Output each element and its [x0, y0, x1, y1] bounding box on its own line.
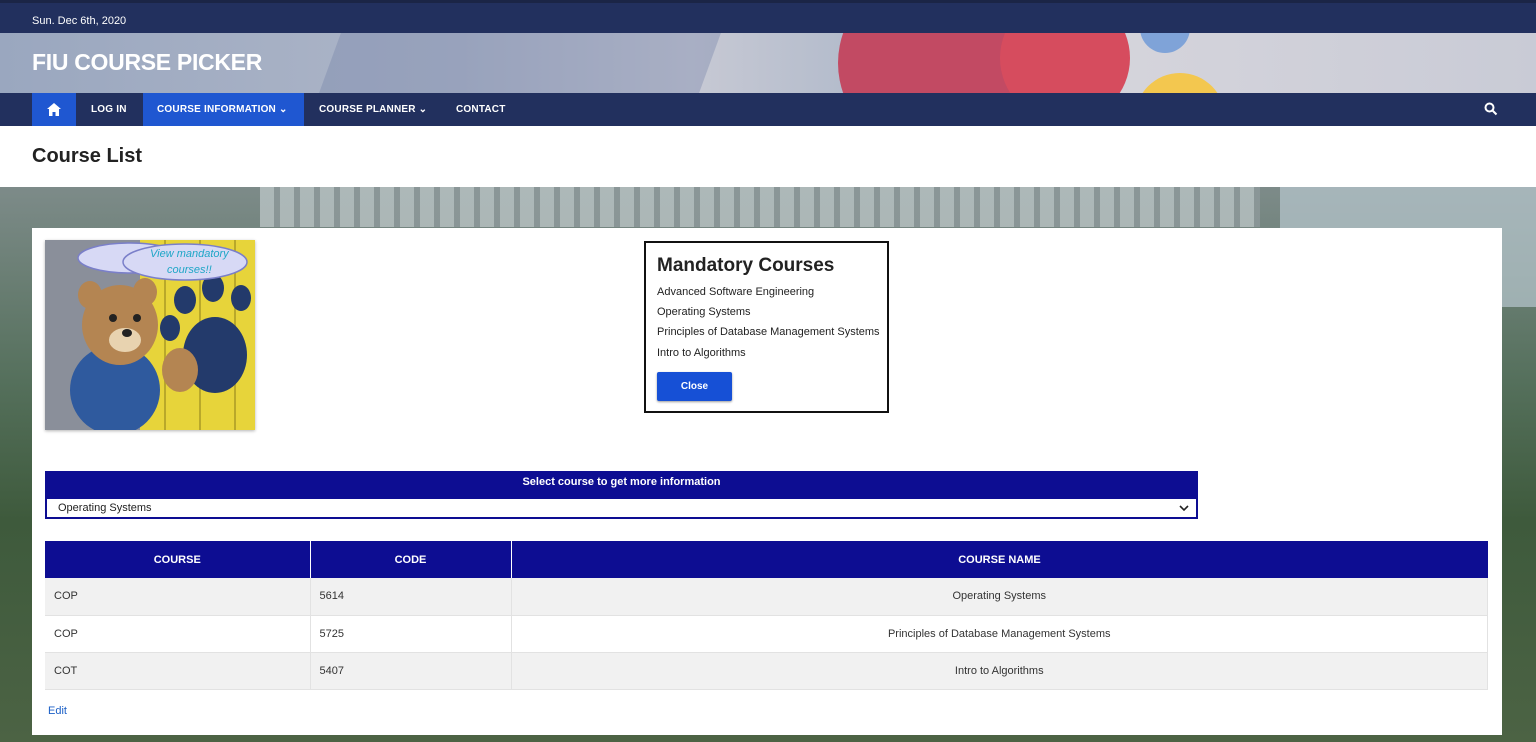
column-header-course: COURSE: [45, 541, 311, 578]
mascot-image[interactable]: View mandatory courses!!: [45, 240, 255, 430]
cell-course: COP: [45, 615, 311, 653]
cell-course-name: Operating Systems: [511, 578, 1488, 616]
mandatory-course-item: Advanced Software Engineering: [657, 286, 815, 298]
table-row: COP 5725 Principles of Database Manageme…: [45, 615, 1488, 653]
nav-course-information[interactable]: COURSE INFORMATION ⌄: [143, 93, 304, 126]
close-button[interactable]: Close: [657, 372, 732, 401]
mandatory-course-item: Intro to Algorithms: [657, 347, 746, 359]
background-building: [260, 187, 1260, 227]
column-header-code: CODE: [310, 541, 512, 578]
banner-decoration: [1140, 33, 1190, 53]
nav-course-planner[interactable]: COURSE PLANNER ⌄: [319, 93, 427, 126]
home-icon: [47, 103, 61, 116]
site-title[interactable]: FIU COURSE PICKER: [32, 49, 262, 76]
cell-course: COT: [45, 652, 311, 690]
content-card: View mandatory courses!! Mandatory Cours…: [32, 228, 1502, 735]
page-title: Course List: [32, 145, 143, 167]
nav-login[interactable]: LOG IN: [91, 93, 127, 126]
page-header: Course List: [0, 126, 1536, 187]
banner-decoration: [1000, 33, 1130, 93]
search-icon[interactable]: [1484, 102, 1498, 116]
banner-decoration: [308, 33, 732, 93]
cell-code: 5614: [310, 578, 512, 616]
cell-code: 5725: [310, 615, 512, 653]
course-table: COURSE CODE COURSE NAME COP 5614 Operati…: [45, 541, 1488, 690]
cell-code: 5407: [310, 652, 512, 690]
mandatory-course-item: Operating Systems: [657, 306, 751, 318]
mandatory-course-item: Principles of Database Management System…: [657, 326, 880, 338]
course-select-header: Select course to get more information: [45, 471, 1198, 497]
banner-decoration: [838, 33, 1018, 93]
cell-course-name: Principles of Database Management System…: [511, 615, 1488, 653]
modal-title: Mandatory Courses: [657, 255, 835, 276]
course-select-value: Operating Systems: [58, 502, 152, 514]
nav-home-button[interactable]: [32, 93, 76, 126]
table-row: COP 5614 Operating Systems: [45, 578, 1488, 616]
chevron-down-icon: [1179, 505, 1189, 512]
mandatory-courses-modal: Mandatory Courses Advanced Software Engi…: [644, 241, 889, 413]
table-row: COT 5407 Intro to Algorithms: [45, 652, 1488, 690]
top-bar: Sun. Dec 6th, 2020: [0, 0, 1536, 33]
mascot-illustration: View mandatory courses!!: [45, 240, 255, 430]
column-header-course-name: COURSE NAME: [511, 541, 1488, 578]
cell-course-name: Intro to Algorithms: [511, 652, 1488, 690]
nav-contact[interactable]: CONTACT: [456, 93, 506, 126]
cell-course: COP: [45, 578, 311, 616]
edit-link[interactable]: Edit: [48, 705, 67, 717]
course-select-dropdown[interactable]: Operating Systems: [45, 497, 1198, 519]
banner-decoration: [1135, 73, 1225, 93]
current-date: Sun. Dec 6th, 2020: [32, 15, 127, 27]
site-banner: FIU COURSE PICKER: [0, 33, 1536, 93]
main-nav: LOG IN COURSE INFORMATION ⌄ COURSE PLANN…: [0, 93, 1536, 126]
